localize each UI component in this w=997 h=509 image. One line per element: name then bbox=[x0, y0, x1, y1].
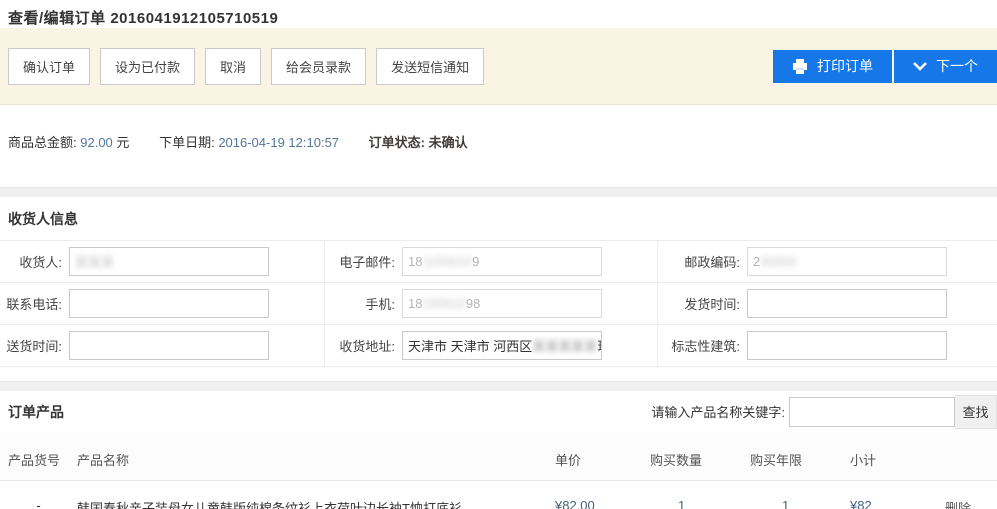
redacted-value: 1155610 bbox=[422, 254, 472, 269]
address-input[interactable]: 天津市 天津市 河西区 某某某某某 现 bbox=[402, 331, 602, 360]
landmark-label: 标志性建筑: bbox=[658, 336, 740, 355]
column-header-subtotal: 小计 bbox=[850, 450, 945, 469]
total-amount-unit: 元 bbox=[116, 135, 129, 150]
print-order-button[interactable]: 打印订单 bbox=[773, 50, 892, 83]
delete-product-link[interactable]: 删除 bbox=[945, 501, 971, 509]
product-quantity: 1 bbox=[650, 498, 750, 509]
product-price: ¥82.00 bbox=[555, 498, 650, 509]
total-amount-label: 商品总金额: bbox=[8, 135, 77, 150]
order-date-value: 2016-04-19 12:10:57 bbox=[218, 135, 339, 150]
mobile-input[interactable]: 18 155610 98 bbox=[402, 289, 602, 318]
email-label: 电子邮件: bbox=[325, 252, 395, 271]
product-subtotal: ¥82 bbox=[850, 498, 945, 509]
table-header-row: 产品货号 产品名称 单价 购买数量 购买年限 小计 bbox=[0, 432, 997, 481]
column-header-years: 购买年限 bbox=[750, 450, 850, 469]
postcode-input[interactable]: 2 30000 bbox=[747, 247, 947, 276]
redacted-value: 30000 bbox=[760, 254, 796, 269]
total-amount-group: 商品总金额: 92.00 元 bbox=[8, 135, 133, 150]
address-label: 收货地址: bbox=[325, 336, 395, 355]
form-cell: 电子邮件: 18 1155610 9 bbox=[325, 241, 658, 283]
value-text: 18 bbox=[408, 296, 422, 311]
order-summary: 商品总金额: 92.00 元 下单日期: 2016-04-19 12:10:57… bbox=[0, 105, 997, 151]
section-divider bbox=[0, 381, 997, 391]
page-title: 查看/编辑订单 2016041912105710519 bbox=[8, 7, 989, 28]
product-search: 请输入产品名称关键字: 查找 bbox=[651, 395, 997, 429]
send-sms-button[interactable]: 发送短信通知 bbox=[376, 48, 484, 85]
next-order-button[interactable]: 下一个 bbox=[894, 50, 997, 83]
form-cell: 收货地址: 天津市 天津市 河西区 某某某某某 现 bbox=[325, 325, 658, 367]
section-divider bbox=[0, 187, 997, 197]
value-text: 天津市 天津市 河西区 bbox=[408, 336, 532, 355]
value-text: 98 bbox=[466, 296, 480, 311]
order-products-table: 产品货号 产品名称 单价 购买数量 购买年限 小计 - 韩国春秋亲子装母女儿童韩… bbox=[0, 432, 997, 509]
product-search-input[interactable] bbox=[789, 397, 955, 427]
product-years: 1 bbox=[750, 498, 850, 509]
form-cell: 邮政编码: 2 30000 bbox=[658, 241, 997, 283]
recipient-input[interactable]: 某某某 bbox=[69, 247, 269, 276]
ship-time-label: 发货时间: bbox=[658, 294, 740, 313]
cancel-button[interactable]: 取消 bbox=[205, 48, 261, 85]
order-status-group: 订单状态: 未确认 bbox=[369, 135, 468, 150]
column-header-quantity: 购买数量 bbox=[650, 450, 750, 469]
form-cell: 送货时间: bbox=[0, 325, 325, 367]
set-paid-button[interactable]: 设为已付款 bbox=[100, 48, 195, 85]
form-cell: 收货人: 某某某 bbox=[0, 241, 325, 283]
chevron-down-icon bbox=[913, 62, 927, 71]
form-cell: 发货时间: bbox=[658, 283, 997, 325]
mobile-label: 手机: bbox=[325, 294, 395, 313]
column-header-name: 产品名称 bbox=[77, 450, 555, 469]
product-name-link[interactable]: 韩国春秋亲子装母女儿童韩版纯棉条纹衫上衣荷叶边长袖T恤打底衫 bbox=[77, 501, 462, 509]
value-text: 2 bbox=[753, 254, 760, 269]
record-member-payment-button[interactable]: 给会员录款 bbox=[271, 48, 366, 85]
primary-actions: 打印订单 下一个 bbox=[773, 50, 997, 83]
print-order-label: 打印订单 bbox=[817, 56, 873, 76]
redacted-value: 某某某某某 bbox=[532, 336, 597, 355]
postcode-label: 邮政编码: bbox=[658, 252, 740, 271]
printer-icon bbox=[792, 59, 808, 74]
value-text: 18 bbox=[408, 254, 422, 269]
recipient-section-title: 收货人信息 bbox=[0, 197, 997, 240]
order-actions-toolbar: 确认订单 设为已付款 取消 给会员录款 发送短信通知 打印订单 下一个 bbox=[0, 28, 997, 105]
next-order-label: 下一个 bbox=[936, 56, 978, 76]
confirm-order-button[interactable]: 确认订单 bbox=[8, 48, 90, 85]
search-button[interactable]: 查找 bbox=[955, 395, 997, 429]
form-cell: 联系电话: bbox=[0, 283, 325, 325]
redacted-value: 155610 bbox=[422, 296, 465, 311]
recipient-form: 收货人: 某某某 电子邮件: 18 1155610 9 邮政编码: 2 3000… bbox=[0, 240, 997, 367]
order-status-label: 订单状态: bbox=[369, 135, 425, 150]
order-date-label: 下单日期: bbox=[159, 135, 215, 150]
column-header-price: 单价 bbox=[555, 450, 650, 469]
total-amount-value: 92.00 bbox=[80, 135, 113, 150]
products-section-header: 订单产品 请输入产品名称关键字: 查找 bbox=[0, 391, 997, 432]
form-cell: 标志性建筑: bbox=[658, 325, 997, 367]
product-sku: - bbox=[0, 498, 77, 509]
delivery-time-label: 送货时间: bbox=[0, 336, 62, 355]
value-text: 现 bbox=[597, 336, 602, 355]
phone-label: 联系电话: bbox=[0, 294, 62, 313]
order-status-value: 未确认 bbox=[429, 135, 468, 150]
redacted-value: 某某某 bbox=[75, 252, 114, 271]
table-row: - 韩国春秋亲子装母女儿童韩版纯棉条纹衫上衣荷叶边长袖T恤打底衫 ¥82.00 … bbox=[0, 481, 997, 509]
product-search-label: 请输入产品名称关键字: bbox=[651, 402, 785, 421]
form-cell: 手机: 18 155610 98 bbox=[325, 283, 658, 325]
ship-time-input[interactable] bbox=[747, 289, 947, 318]
email-input[interactable]: 18 1155610 9 bbox=[402, 247, 602, 276]
order-date-group: 下单日期: 2016-04-19 12:10:57 bbox=[159, 135, 343, 150]
delivery-time-input[interactable] bbox=[69, 331, 269, 360]
column-header-sku: 产品货号 bbox=[0, 450, 77, 469]
recipient-label: 收货人: bbox=[0, 252, 62, 271]
title-bar: 查看/编辑订单 2016041912105710519 bbox=[0, 0, 997, 28]
landmark-input[interactable] bbox=[747, 331, 947, 360]
products-section-title: 订单产品 bbox=[8, 402, 64, 422]
value-text: 9 bbox=[472, 254, 479, 269]
phone-input[interactable] bbox=[69, 289, 269, 318]
